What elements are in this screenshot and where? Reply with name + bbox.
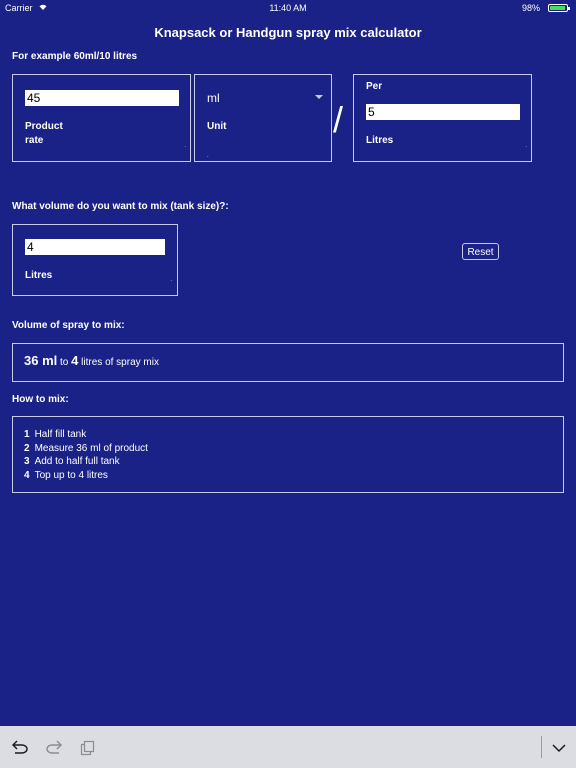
keyboard-shortcut-bar [0,726,576,768]
result-suffix: litres of spray mix [81,357,159,368]
howto-step: 3 Add to half full tank [24,456,120,467]
tank-size-question: What volume do you want to mix (tank siz… [12,201,229,212]
clipboard-icon[interactable] [80,740,96,759]
per-litres-label: Litres [366,135,394,146]
product-rate-box: 45 Product rate . [12,74,191,162]
product-rate-label: Product rate [25,121,63,146]
toolbar-divider [541,736,542,758]
redo-icon[interactable] [45,740,63,757]
howto-step: 1 Half fill tank [24,429,87,440]
resize-mark-icon: . [184,143,186,149]
unit-value: ml [207,91,220,105]
chevron-down-icon[interactable] [551,740,567,757]
battery-percent: 98% [521,3,540,13]
rate-example-text: For example 60ml/10 litres [12,51,138,62]
howto-step: 2 Measure 36 ml of product [24,442,148,454]
resize-mark-icon: . [525,143,527,149]
volume-result-text: 36 ml to 4 litres of spray mix [24,353,159,368]
howto-step: 4 Top up to 4 litres [24,469,108,481]
clock: 11:40 AM [269,3,307,13]
page-title: Knapsack or Handgun spray mix calculator [154,25,422,40]
tank-volume-value: 4 [71,353,79,368]
status-bar: Carrier 11:40 AM 98% [0,0,576,16]
per-litres-input[interactable]: 5 [366,104,520,120]
reset-button[interactable]: Reset [462,243,499,260]
product-rate-input[interactable]: 45 [25,90,179,106]
howto-heading: How to mix: [12,394,69,405]
dropdown-arrow-icon [315,95,323,99]
undo-icon[interactable] [11,740,29,757]
battery-icon [548,4,570,12]
to-text: to [60,357,69,368]
volume-heading: Volume of spray to mix: [12,320,125,331]
tank-size-input[interactable]: 4 [25,239,165,255]
tank-size-label: Litres [25,270,53,281]
rate-separator: / [333,99,344,140]
resize-mark-icon: . [170,277,172,283]
howto-steps: 1 Half fill tank 2 Measure 36 ml of produc… [24,428,148,482]
resize-mark-icon: . [207,153,209,159]
unit-label: Unit [207,121,227,132]
spray-amount: 36 ml [24,353,58,368]
per-litres-box: Per 5 Litres . [353,74,532,162]
unit-selector[interactable]: ml Unit . [194,74,332,162]
tank-size-box: 4 Litres . [12,224,178,296]
navigation-bar: Knapsack or Handgun spray mix calculator [0,16,576,48]
per-heading: Per [366,81,383,92]
